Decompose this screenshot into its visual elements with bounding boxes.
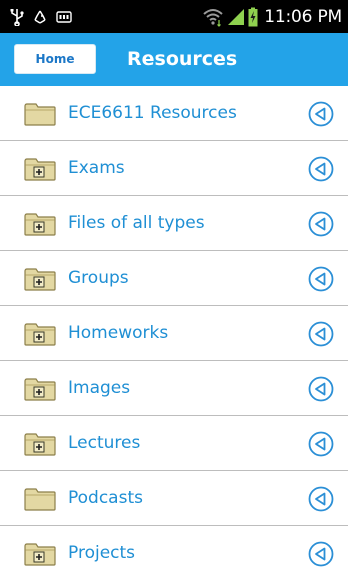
folder-plus-icon xyxy=(24,323,56,346)
list-item-label: ECE6611 Resources xyxy=(68,103,237,123)
list-item-label: Files of all types xyxy=(68,213,205,233)
list-item-label: Homeworks xyxy=(68,323,169,343)
battery-charging-icon xyxy=(248,7,258,26)
page-title: Resources xyxy=(127,48,238,70)
status-bar: 11:06 PM xyxy=(0,0,348,33)
folder-icon xyxy=(24,103,56,126)
list-item-label: Groups xyxy=(68,268,129,288)
folder-icon xyxy=(24,488,56,511)
wifi-icon xyxy=(203,8,223,27)
list-item-label: Images xyxy=(68,378,131,398)
recycle-icon xyxy=(34,10,46,24)
list-item[interactable]: ECE6611 Resources xyxy=(0,86,348,141)
signal-icon xyxy=(228,8,245,25)
list-item[interactable]: Lectures xyxy=(0,416,348,471)
circle-arrow-left-icon[interactable] xyxy=(308,376,334,402)
circle-arrow-left-icon[interactable] xyxy=(308,101,334,127)
list-item[interactable]: Podcasts xyxy=(0,471,348,526)
app-header: Home Resources xyxy=(0,33,348,86)
list-item-label: Podcasts xyxy=(68,488,143,508)
circle-arrow-left-icon[interactable] xyxy=(308,266,334,292)
list-item[interactable]: Images xyxy=(0,361,348,416)
folder-plus-icon xyxy=(24,213,56,236)
home-button[interactable]: Home xyxy=(14,44,96,74)
list-item[interactable]: Groups xyxy=(0,251,348,306)
circle-arrow-left-icon[interactable] xyxy=(308,211,334,237)
status-bar-left xyxy=(10,0,72,33)
list-item[interactable]: Projects xyxy=(0,526,348,568)
list-item-label: Exams xyxy=(68,158,125,178)
list-item-label: Lectures xyxy=(68,433,141,453)
status-bar-right: 11:06 PM xyxy=(202,0,342,33)
circle-arrow-left-icon[interactable] xyxy=(308,541,334,567)
status-bar-time: 11:06 PM xyxy=(264,6,342,27)
list-item[interactable]: Homeworks xyxy=(0,306,348,361)
folder-plus-icon xyxy=(24,158,56,181)
folder-plus-icon xyxy=(24,433,56,456)
circle-arrow-left-icon[interactable] xyxy=(308,486,334,512)
folder-plus-icon xyxy=(24,268,56,291)
resource-list: ECE6611 Resources Exams Files of all types… xyxy=(0,86,348,568)
circle-arrow-left-icon[interactable] xyxy=(308,321,334,347)
list-item[interactable]: Exams xyxy=(0,141,348,196)
circle-arrow-left-icon[interactable] xyxy=(308,156,334,182)
folder-plus-icon xyxy=(24,378,56,401)
circle-arrow-left-icon[interactable] xyxy=(308,431,334,457)
sd-card-icon xyxy=(56,10,72,23)
screen: 11:06 PM Home Resources ECE6611 Resource… xyxy=(0,0,348,568)
list-item[interactable]: Files of all types xyxy=(0,196,348,251)
folder-plus-icon xyxy=(24,543,56,566)
usb-icon xyxy=(10,8,24,26)
list-item-label: Projects xyxy=(68,543,136,563)
